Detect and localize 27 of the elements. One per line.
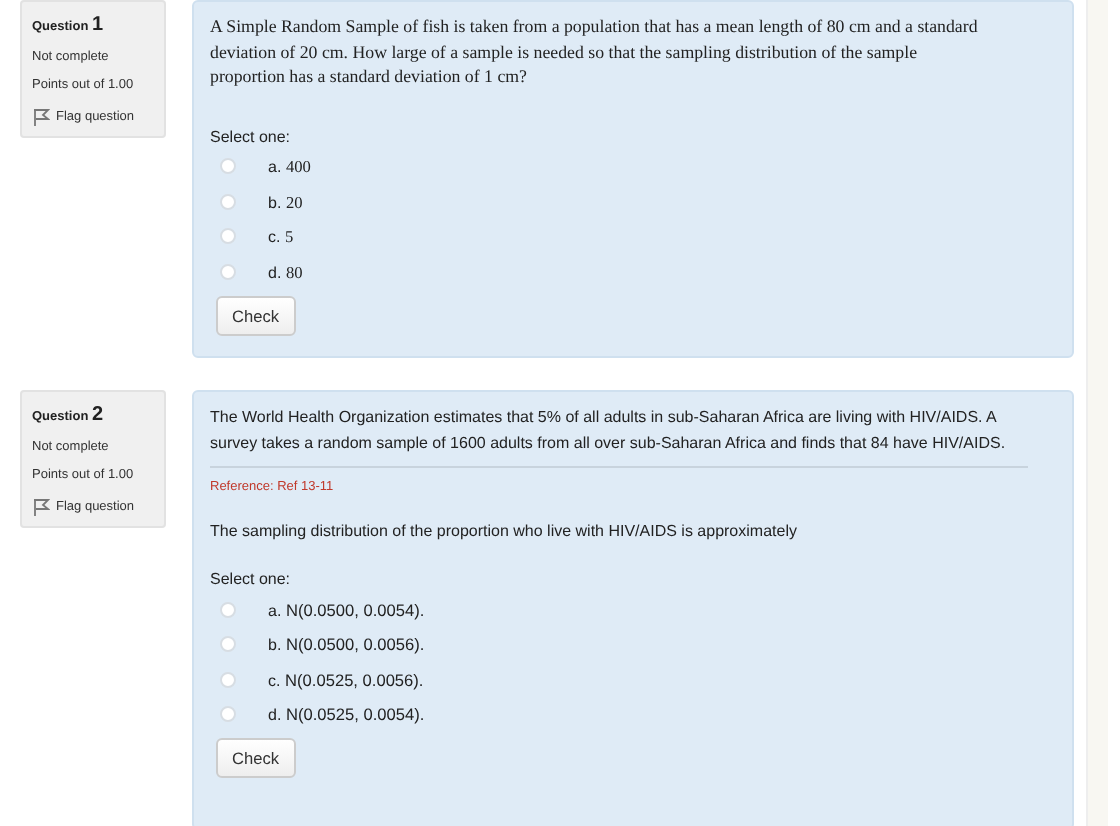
- answer-option[interactable]: d. N(0.0525, 0.0054).: [210, 697, 1056, 732]
- answer-option[interactable]: b. N(0.0500, 0.0056).: [210, 627, 1056, 662]
- radio-button[interactable]: [220, 636, 236, 653]
- question-text: The World Health Organization estimates that 5% of all adults in sub-Saharan Africa are living with HIV/AIDS. A survey takes a random sample of 1600 adults from all over sub-Saharan Africa and finds that 84 have HIV/AIDS.: [210, 406, 1008, 456]
- question-text: A Simple Random Sample of fish is taken from a population that has a mean length of 80 cm and a standard deviation of 20 cm. How large of a sample is needed so that the sampling distribution of the sample proportion has a standard deviation of 1 cm?: [210, 14, 980, 89]
- answer-option[interactable]: c. N(0.0525, 0.0056).: [210, 662, 1056, 697]
- select-one-prompt: Select one:: [210, 570, 293, 588]
- radio-button[interactable]: [220, 263, 236, 280]
- radio-button[interactable]: [220, 158, 236, 175]
- flag-icon: [32, 498, 50, 516]
- question-number: 1: [91, 14, 104, 36]
- answer-option[interactable]: b. 20: [210, 184, 1056, 219]
- radio-button[interactable]: [220, 706, 236, 723]
- question-stem: The sampling distribution of the proportion who live with HIV/AIDS is approximately: [210, 522, 799, 540]
- check-button[interactable]: Check: [216, 295, 296, 335]
- check-button[interactable]: Check: [216, 738, 296, 778]
- answer-option[interactable]: c. 5: [210, 219, 1056, 254]
- radio-button[interactable]: [220, 671, 236, 688]
- answer-option[interactable]: a. N(0.0500, 0.0054).: [210, 592, 1056, 627]
- radio-button[interactable]: [220, 193, 236, 210]
- radio-button[interactable]: [220, 601, 236, 618]
- answer-option[interactable]: a. 400: [210, 149, 1056, 184]
- flag-icon: [32, 108, 50, 126]
- answer-option[interactable]: d. 80: [210, 254, 1056, 289]
- select-one-prompt: Select one:: [210, 127, 293, 145]
- radio-button[interactable]: [220, 228, 236, 245]
- question-number: 2: [91, 404, 104, 426]
